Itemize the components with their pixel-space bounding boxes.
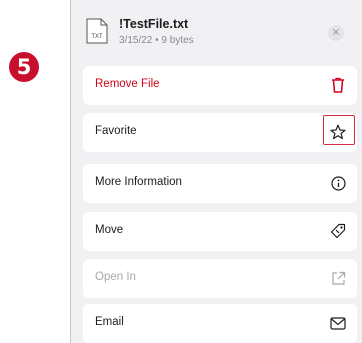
open-in-button[interactable]: Open In [83, 259, 357, 298]
close-button[interactable]: × [328, 25, 344, 41]
remove-file-label: Remove File [95, 78, 160, 90]
open-in-label: Open In [95, 271, 136, 283]
move-label: Move [95, 224, 124, 236]
file-actions-sheet: TXT !TestFile.txt 3/15/22 • 9 bytes × Re… [70, 0, 362, 343]
favorite-highlight-box [323, 115, 355, 145]
more-information-button[interactable]: More Information [83, 164, 357, 203]
open-external-icon [329, 269, 347, 287]
close-icon: × [331, 27, 341, 38]
file-type-label: TXT [91, 34, 103, 40]
move-button[interactable]: Move [83, 212, 357, 251]
mail-icon [329, 314, 347, 332]
more-information-label: More Information [95, 176, 182, 188]
favorite-label: Favorite [95, 125, 137, 137]
step-number-badge: 5 [9, 52, 39, 82]
file-meta: 3/15/22 • 9 bytes [119, 35, 194, 46]
tag-icon [329, 222, 347, 240]
remove-file-button[interactable]: Remove File [83, 66, 357, 105]
file-name: !TestFile.txt [119, 17, 189, 31]
sheet-header: TXT !TestFile.txt 3/15/22 • 9 bytes × [71, 0, 362, 60]
favorite-button[interactable]: Favorite [83, 113, 357, 152]
trash-icon [329, 76, 347, 94]
email-button[interactable]: Email [83, 304, 357, 343]
txt-file-icon: TXT [85, 18, 109, 44]
email-label: Email [95, 316, 124, 328]
info-icon [329, 174, 347, 192]
